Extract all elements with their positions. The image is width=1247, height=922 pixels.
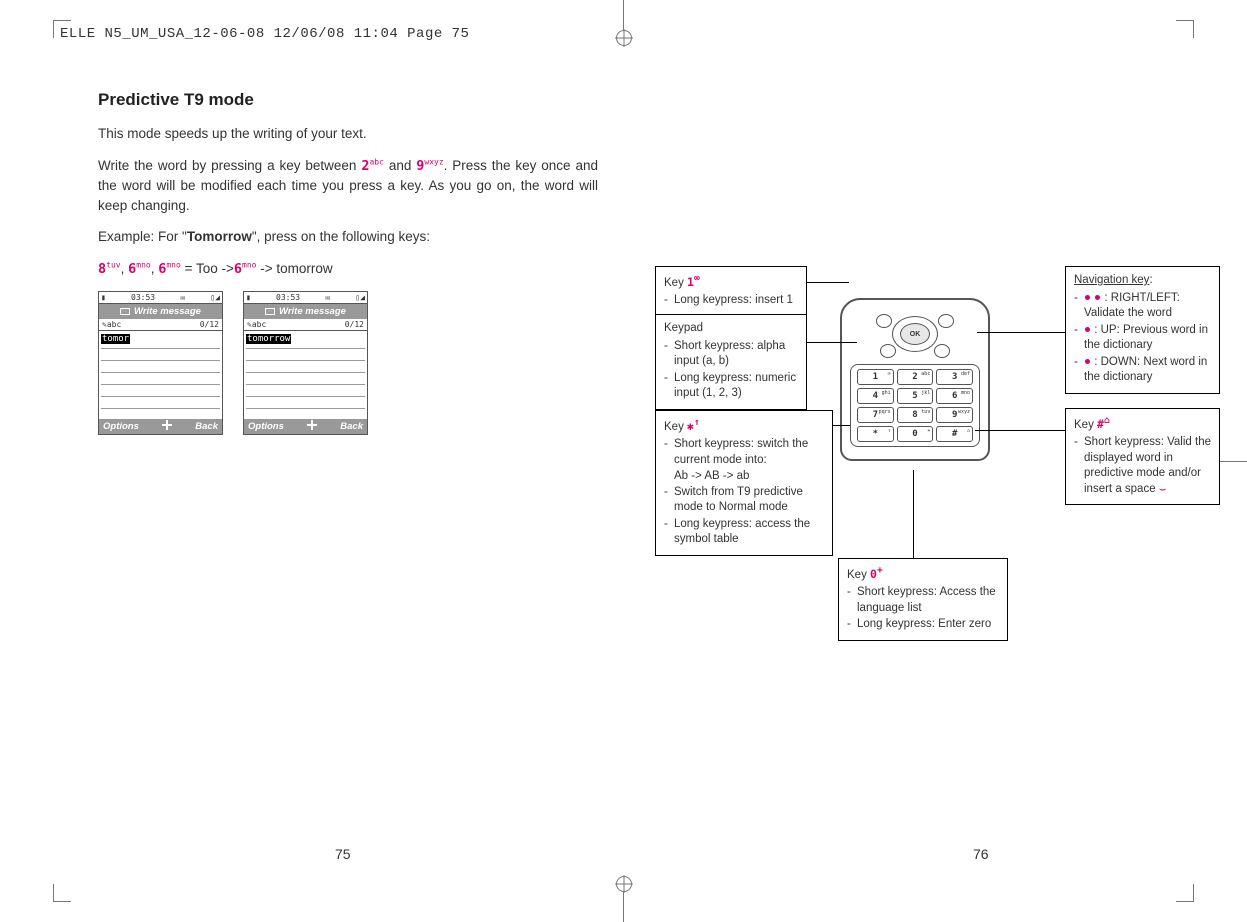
nav-icon xyxy=(162,421,172,429)
mode-line: ✎abc0/12 xyxy=(244,319,367,331)
softkeys: Options Back xyxy=(99,419,222,434)
phone-screen-1: ▮03:53✉▯◢ Write message ✎abc0/12 tomor O… xyxy=(98,291,223,435)
softkey-options: Options xyxy=(248,421,284,432)
softkey-back: Back xyxy=(195,421,218,432)
phone-screens-row: ▮03:53✉▯◢ Write message ✎abc0/12 tomor O… xyxy=(98,291,598,435)
softkey-options: Options xyxy=(103,421,139,432)
left-page: Predictive T9 mode This mode speeds up t… xyxy=(98,90,598,435)
key-3: 3def xyxy=(936,369,973,385)
callout-navigation: Navigation key: : RIGHT/LEFT: Validate t… xyxy=(1065,266,1220,394)
status-bar: ▮03:53✉▯◢ xyxy=(99,292,222,304)
key-sequence: 8tuv, 6mno, 6mno = Too ->6mno -> tomorro… xyxy=(98,259,598,280)
crop-mark-bl xyxy=(53,884,71,902)
callout-key1: Key 1∞ Long keypress: insert 1 xyxy=(655,266,807,317)
crop-mark-br xyxy=(1176,884,1194,902)
phone-screen-2: ▮03:53✉▯◢ Write message ✎abc0/12 tomorro… xyxy=(243,291,368,435)
intro-paragraph: This mode speeds up the writing of your … xyxy=(98,124,598,144)
screen-title: Write message xyxy=(244,304,367,319)
callout-keypad: Keypad Short keypress: alpha input (a, b… xyxy=(655,314,807,410)
key-star: *↑ xyxy=(857,426,894,442)
key-9: 9wxyz xyxy=(936,407,973,423)
example-intro: Example: For "Tomorrow", press on the fo… xyxy=(98,227,598,247)
key-4: 4ghi xyxy=(857,388,894,404)
callout-keystar: Key ✱↑ Short keypress: switch the curren… xyxy=(655,410,833,556)
page-number-right: 76 xyxy=(973,846,989,862)
key-6: 6mno xyxy=(936,388,973,404)
registration-mark-top xyxy=(616,0,632,46)
ok-key: OK xyxy=(900,323,930,345)
crop-mark-tr xyxy=(1176,20,1194,38)
key9-icon: 9wxyz xyxy=(416,158,443,174)
section-title: Predictive T9 mode xyxy=(98,90,598,110)
phone-keypad-illustration: OK 1∞ 2abc 3def 4ghi 5jkl 6mno 7pqrs 8tu… xyxy=(840,298,990,461)
mode-line: ✎abc0/12 xyxy=(99,319,222,331)
softkeys: Options Back xyxy=(244,419,367,434)
key-2: 2abc xyxy=(897,369,934,385)
softkey-back: Back xyxy=(340,421,363,432)
page-number-left: 75 xyxy=(335,846,351,862)
lead-line xyxy=(975,430,1068,431)
key2-icon: 2abc xyxy=(361,158,384,174)
lead-line xyxy=(977,332,1075,333)
screen-title: Write message xyxy=(99,304,222,319)
key-0: 0+ xyxy=(897,426,934,442)
key-5: 5jkl xyxy=(897,388,934,404)
status-bar: ▮03:53✉▯◢ xyxy=(244,292,367,304)
key-1: 1∞ xyxy=(857,369,894,385)
key-hash: #⌂ xyxy=(936,426,973,442)
callout-keyhash: Key #⌂ Short keypress: Valid the display… xyxy=(1065,408,1220,505)
keypad-grid: 1∞ 2abc 3def 4ghi 5jkl 6mno 7pqrs 8tuv 9… xyxy=(850,364,980,447)
callout-key0: Key 0+ Short keypress: Access the langua… xyxy=(838,558,1008,641)
key-range-paragraph: Write the word by pressing a key between… xyxy=(98,156,598,216)
key-8: 8tuv xyxy=(897,407,934,423)
lead-line xyxy=(913,470,914,560)
key-7: 7pqrs xyxy=(857,407,894,423)
typed-text: tomor xyxy=(101,334,130,344)
dpad-icon: OK xyxy=(878,310,952,358)
slugline: ELLE N5_UM_USA_12-06-08 12/06/08 11:04 P… xyxy=(60,26,469,42)
registration-mark-bottom xyxy=(616,876,632,922)
typed-text: tomorrow xyxy=(246,334,291,344)
nav-icon xyxy=(307,421,317,429)
